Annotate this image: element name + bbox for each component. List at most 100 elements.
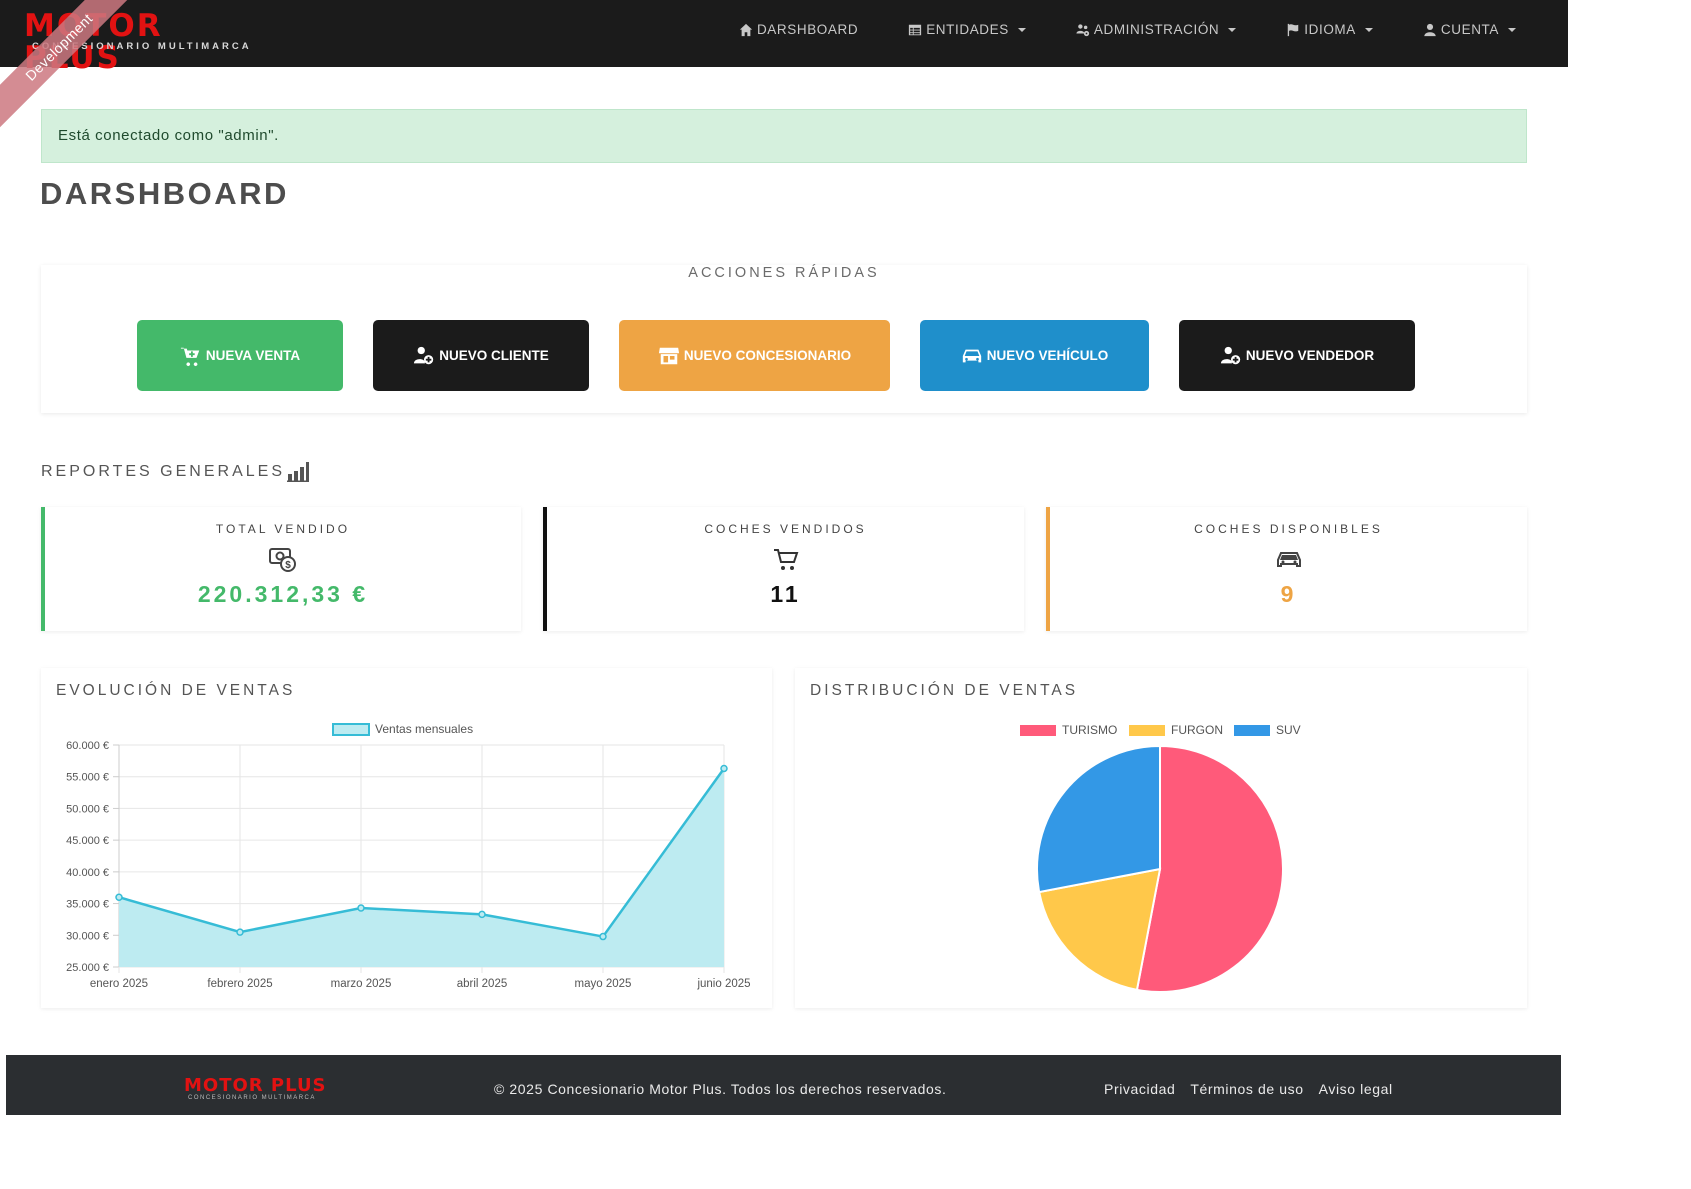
x-tick-label: junio 2025 xyxy=(696,978,750,990)
stat-total-sold: TOTAL VENDIDO $ 220.312,33 € xyxy=(41,507,521,631)
home-icon xyxy=(739,23,753,36)
sales-evolution-panel: EVOLUCIÓN DE VENTAS Ventas mensuales 60.0… xyxy=(41,668,772,1008)
new-seller-label: NUEVO VENDEDOR xyxy=(1245,348,1375,363)
cart-icon xyxy=(773,549,798,570)
data-point xyxy=(357,904,365,912)
reports-title-text: REPORTES GENERALES xyxy=(41,463,285,480)
stat-value: 9 xyxy=(1280,581,1297,607)
money-icon: $ xyxy=(269,548,296,572)
caret-down-icon xyxy=(1508,27,1516,32)
footer-link-privacy[interactable]: Privacidad xyxy=(1104,1081,1175,1097)
x-tick-label: marzo 2025 xyxy=(331,978,392,990)
brand-logo[interactable]: MOTOR PLUS CONCESIONARIO MULTIMARCA xyxy=(24,10,254,74)
new-seller-button[interactable]: NUEVO VENDEDOR xyxy=(1179,320,1415,391)
legend-swatch xyxy=(332,723,370,736)
nav-label: ENTIDADES xyxy=(926,22,1009,37)
table-icon xyxy=(909,24,922,35)
brand-subtitle: CONCESIONARIO MULTIMARCA xyxy=(32,41,252,52)
series-area xyxy=(119,768,724,967)
new-vehicle-label: NUEVO VEHÍCULO xyxy=(986,348,1109,363)
nav-item-administracion[interactable]: ADMINISTRACIÓN xyxy=(1076,22,1237,37)
nav-label: CUENTA xyxy=(1440,22,1499,37)
footer: MOTOR PLUS CONCESIONARIO MULTIMARCA © 20… xyxy=(6,1055,1561,1115)
footer-brand-subtitle: CONCESIONARIO MULTIMARCA xyxy=(188,1095,316,1101)
svg-text:$: $ xyxy=(285,560,291,571)
caret-down-icon xyxy=(1017,27,1026,32)
legend-swatch xyxy=(1020,725,1056,736)
stat-label: TOTAL VENDIDO xyxy=(215,522,351,536)
y-tick-label: 50.000 € xyxy=(66,803,109,815)
footer-brand-name: MOTOR PLUS xyxy=(184,1075,327,1096)
x-tick-label: abril 2025 xyxy=(457,978,508,990)
stat-value: 220.312,33 € xyxy=(197,581,369,607)
new-sale-label: NUEVA VENTA xyxy=(205,348,301,363)
top-navbar: MOTOR PLUS CONCESIONARIO MULTIMARCA DARS… xyxy=(0,0,1568,74)
nav-label: ADMINISTRACIÓN xyxy=(1093,22,1220,37)
stat-value: 11 xyxy=(770,581,801,607)
quick-actions-title: ACCIONES RÁPIDAS xyxy=(688,265,880,281)
data-point xyxy=(478,910,486,919)
x-tick-label: mayo 2025 xyxy=(575,978,632,990)
new-sale-button[interactable]: NUEVA VENTA xyxy=(137,320,343,391)
y-tick-label: 55.000 € xyxy=(66,772,109,784)
new-dealership-button[interactable]: NUEVO CONCESIONARIO xyxy=(619,320,890,391)
sales-distribution-panel: DISTRIBUCIÓN DE VENTAS TURISMO FURGON SUV xyxy=(795,668,1527,1008)
new-dealership-label: NUEVO CONCESIONARIO xyxy=(683,348,852,363)
legend-label: FURGON xyxy=(1171,723,1223,737)
footer-links: Privacidad Términos de uso Aviso legal xyxy=(1104,1081,1408,1097)
y-tick-label: 45.000 € xyxy=(66,835,109,847)
new-client-button[interactable]: NUEVO CLIENTE xyxy=(373,320,589,391)
pie-slice-suv xyxy=(1036,744,1161,894)
new-client-label: NUEVO CLIENTE xyxy=(439,348,549,363)
stat-label: COCHES DISPONIBLES xyxy=(1194,522,1383,536)
caret-down-icon xyxy=(1228,27,1237,32)
users-cog-icon xyxy=(1076,23,1089,36)
login-alert: Está conectado como "admin". xyxy=(41,109,1527,163)
quick-actions-card: ACCIONES RÁPIDAS NUEVA VENTA NUEVO CLIEN… xyxy=(41,265,1527,413)
user-plus-icon xyxy=(1220,346,1241,364)
user-icon xyxy=(1424,23,1436,36)
footer-copyright: © 2025 Concesionario Motor Plus. Todos l… xyxy=(494,1081,947,1097)
car-icon xyxy=(1276,552,1301,567)
legend-swatch xyxy=(1129,725,1165,736)
x-tick-label: febrero 2025 xyxy=(207,978,272,990)
legend-label: Ventas mensuales xyxy=(375,722,473,736)
footer-link-legal[interactable]: Aviso legal xyxy=(1319,1081,1393,1097)
stat-cars-available: COCHES DISPONIBLES 9 xyxy=(1046,507,1527,631)
new-vehicle-button[interactable]: NUEVO VEHÍCULO xyxy=(920,320,1149,391)
flag-icon xyxy=(1288,23,1299,36)
sales-distribution-chart: TURISMO FURGON SUV xyxy=(1020,723,1301,993)
cart-plus-icon xyxy=(180,347,200,366)
y-tick-label: 60.000 € xyxy=(66,740,109,752)
nav-item-cuenta[interactable]: CUENTA xyxy=(1423,22,1516,37)
stat-cars-sold: COCHES VENDIDOS 11 xyxy=(543,507,1024,631)
data-point xyxy=(599,932,607,941)
nav-menu: DARSHBOARD ENTIDADES ADMINISTRACIÓN IDIO… xyxy=(689,22,1516,37)
legend-label: SUV xyxy=(1276,723,1301,737)
sales-evolution-chart: Ventas mensuales 60.000 € 55.000 € 50.000 €… xyxy=(66,722,750,990)
user-plus-icon xyxy=(414,346,434,364)
y-tick-label: 40.000 € xyxy=(66,867,109,879)
data-point xyxy=(115,893,123,901)
nav-item-idioma[interactable]: IDIOMA xyxy=(1286,22,1373,37)
page-title: DARSHBOARD xyxy=(40,176,289,211)
caret-down-icon xyxy=(1364,27,1373,32)
reports-title: REPORTES GENERALES xyxy=(41,462,309,482)
footer-link-terms[interactable]: Términos de uso xyxy=(1190,1081,1303,1097)
y-tick-label: 30.000 € xyxy=(66,930,109,942)
bar-chart-icon xyxy=(286,462,309,482)
nav-item-entidades[interactable]: ENTIDADES xyxy=(908,22,1026,37)
legend-swatch xyxy=(1234,725,1270,736)
car-icon xyxy=(962,349,981,362)
x-tick-label: enero 2025 xyxy=(90,978,148,990)
nav-label: IDIOMA xyxy=(1304,22,1356,37)
legend-label: TURISMO xyxy=(1062,723,1117,737)
data-point xyxy=(720,764,728,773)
store-icon xyxy=(658,347,679,364)
y-tick-label: 35.000 € xyxy=(66,899,109,911)
stat-label: COCHES VENDIDOS xyxy=(704,522,867,536)
nav-item-dashboard[interactable]: DARSHBOARD xyxy=(739,22,858,37)
nav-label: DARSHBOARD xyxy=(756,22,859,37)
data-point xyxy=(236,928,244,936)
y-tick-label: 25.000 € xyxy=(66,962,109,974)
